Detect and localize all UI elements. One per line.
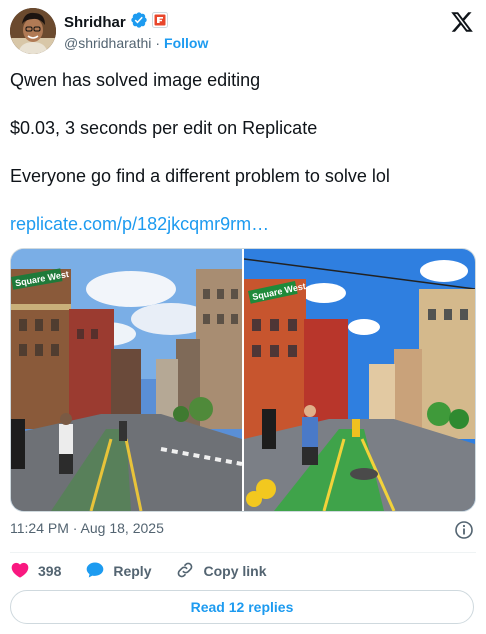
x-logo-icon[interactable] [450,10,474,34]
tweet-media[interactable]: Square West Square West [10,248,476,512]
speech-bubble-icon [85,560,105,583]
tweet-text: Qwen has solved image editing $0.03, 3 s… [10,68,476,236]
info-icon[interactable] [454,520,474,540]
action-bar: 398 Reply Copy link [10,560,476,582]
separator-dot: · [155,35,161,51]
copy-link-label: Copy link [203,563,267,579]
author-names: Shridhar @shridharathi · Follow [64,11,208,52]
verified-badge-icon [130,11,148,34]
avatar[interactable] [10,8,56,54]
like-button[interactable]: 398 [10,560,61,583]
read-replies-button[interactable]: Read 12 replies [10,590,474,624]
copy-link-button[interactable]: Copy link [175,560,267,583]
tweet-line: Qwen has solved image editing [10,70,261,90]
reply-button[interactable]: Reply [85,560,151,583]
affiliate-badge-icon [151,11,168,33]
tweet-meta: 11:24 PM · Aug 18, 2025 [10,520,476,540]
tweet-header: Shridhar @shridharathi · Follow [10,8,476,58]
photo-original[interactable]: Square West [11,249,243,511]
divider [10,552,476,553]
like-count: 398 [38,563,62,579]
timestamp[interactable]: 11:24 PM · Aug 18, 2025 [10,520,164,536]
tweet-line: Everyone go find a different problem to … [10,166,390,186]
link-icon [175,560,195,583]
photo-edited[interactable]: Square West [243,249,475,511]
heart-icon [10,560,30,583]
display-name[interactable]: Shridhar [64,14,126,31]
reply-label: Reply [113,563,152,579]
author-handle[interactable]: @shridharathi [64,35,151,51]
tweet-link[interactable]: replicate.com/p/182jkcqmr9rm… [10,214,269,234]
tweet-line: $0.03, 3 seconds per edit on Replicate [10,118,318,138]
follow-button[interactable]: Follow [164,35,208,51]
